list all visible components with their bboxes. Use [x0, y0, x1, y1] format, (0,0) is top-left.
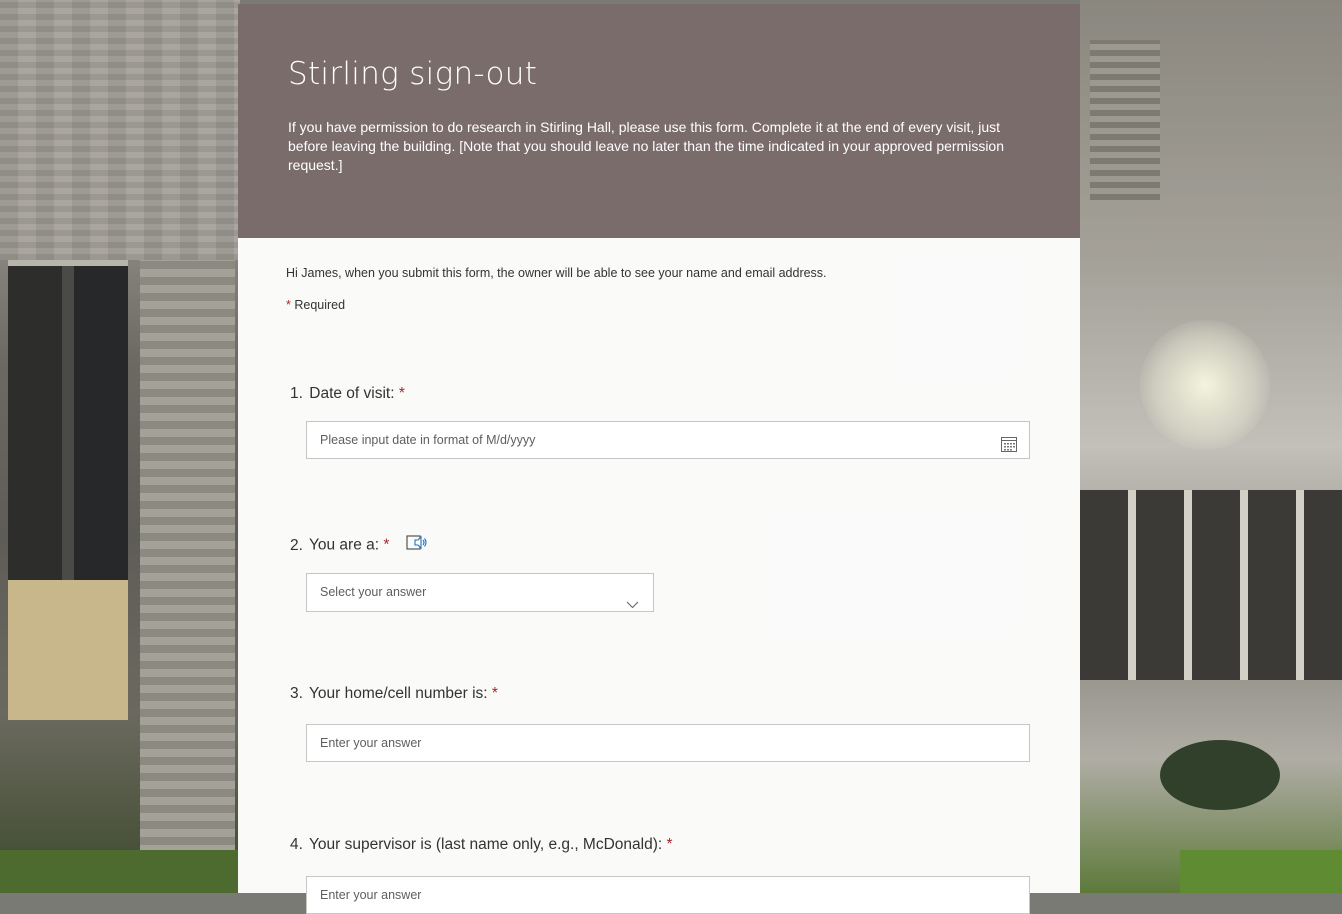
required-star: * — [383, 536, 390, 554]
question-label: Your supervisor is (last name only, e.g.… — [308, 836, 663, 853]
phone-input-placeholder: Enter your answer — [320, 736, 422, 750]
background-right — [1080, 0, 1342, 893]
question-2-title: 2. You are a: * — [290, 534, 428, 557]
required-star: * — [286, 298, 291, 312]
question-number: 3. — [290, 685, 303, 702]
question-4-title: 4. Your supervisor is (last name only, e… — [290, 836, 673, 854]
chevron-down-icon — [626, 587, 639, 624]
required-star: * — [491, 685, 498, 702]
question-number: 4. — [290, 836, 303, 853]
form-title: Stirling sign-out — [288, 56, 538, 92]
phone-number-input[interactable]: Enter your answer — [306, 724, 1030, 762]
question-number: 2. — [290, 536, 303, 554]
question-label: Your home/cell number is: — [308, 685, 488, 702]
required-star: * — [398, 385, 405, 402]
required-star: * — [666, 836, 673, 853]
supervisor-input-placeholder: Enter your answer — [320, 888, 422, 902]
form-body: Hi James, when you submit this form, the… — [238, 266, 1080, 312]
question-number: 1. — [290, 385, 303, 402]
calendar-icon[interactable] — [1000, 431, 1018, 467]
question-label: You are a: — [308, 536, 380, 554]
question-label: Date of visit: — [309, 385, 395, 402]
identity-notice: Hi James, when you submit this form, the… — [286, 266, 827, 280]
form-card: Stirling sign-out If you have permission… — [238, 4, 1080, 914]
form-header: Stirling sign-out If you have permission… — [238, 4, 1080, 238]
form-description: If you have permission to do research in… — [288, 119, 1005, 173]
immersive-reader-icon[interactable] — [406, 534, 428, 557]
required-legend: * Required — [286, 298, 1030, 312]
role-select-placeholder: Select your answer — [320, 585, 427, 599]
date-input-placeholder: Please input date in format of M/d/yyyy — [320, 433, 536, 447]
role-select[interactable]: Select your answer — [306, 573, 654, 612]
background-left — [0, 0, 240, 893]
question-3-title: 3. Your home/cell number is: * — [290, 685, 498, 703]
required-label: Required — [294, 298, 346, 312]
date-input[interactable]: Please input date in format of M/d/yyyy — [306, 421, 1030, 459]
question-1-title: 1. Date of visit: * — [290, 385, 405, 403]
supervisor-input[interactable]: Enter your answer — [306, 876, 1030, 914]
